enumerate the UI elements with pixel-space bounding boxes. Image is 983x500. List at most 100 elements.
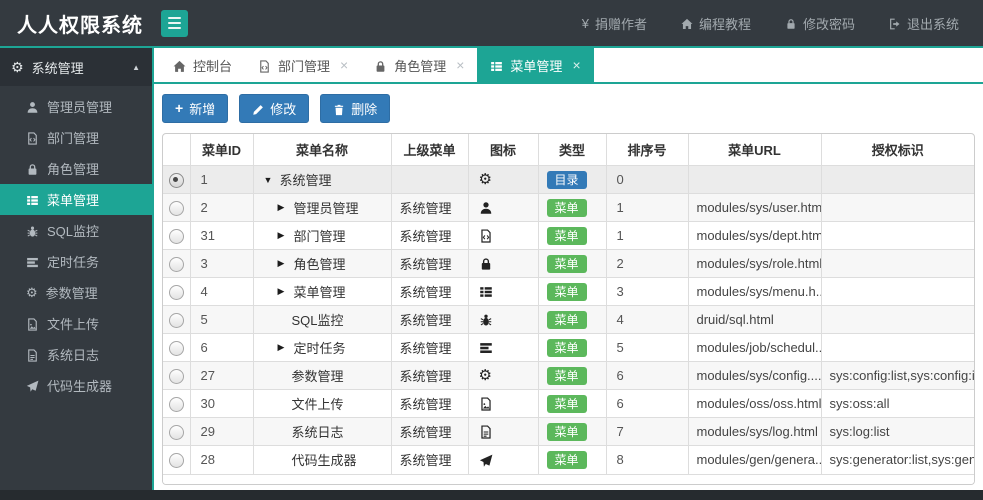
table-row[interactable]: 3 角色管理 系统管理 [163, 249, 974, 278]
tab-role[interactable]: 角色管理 × [361, 48, 477, 82]
bars-icon [168, 17, 181, 19]
table-row[interactable]: 5 SQL监控 系统管理 菜单 4 druid/sql.html [163, 305, 974, 334]
menu-name-label: 参数管理 [291, 369, 344, 384]
cell-parent-menu [390, 165, 469, 194]
tab-console[interactable]: 控制台 [160, 48, 245, 82]
row-radio[interactable] [168, 172, 184, 188]
add-button[interactable]: + 新增 [162, 94, 229, 123]
row-radio[interactable] [168, 256, 184, 272]
column-header[interactable]: 排序号 [605, 133, 689, 166]
column-header[interactable]: 授权标识 [820, 133, 974, 166]
type-badge: 菜单 [546, 422, 587, 441]
sidebar-item-sql[interactable]: SQL监控 [0, 215, 152, 246]
sidebar-item-label: 部门管理 [47, 131, 100, 146]
cell-auth-mark: sys:log:list [820, 417, 974, 446]
cell-menu-url: modules/oss/oss.html [687, 389, 822, 418]
column-header[interactable]: 上级菜单 [390, 133, 469, 166]
row-radio[interactable] [168, 396, 184, 412]
tree-caret-icon[interactable] [278, 230, 289, 241]
cell-order: 6 [605, 389, 689, 418]
menu-name-label: 管理员管理 [293, 201, 359, 216]
tree-caret-icon[interactable] [278, 286, 289, 297]
row-radio[interactable] [168, 340, 184, 356]
cell-menu-name: 部门管理 [252, 221, 392, 250]
type-badge: 菜单 [546, 366, 587, 385]
cell-menu-name: 定时任务 [252, 333, 392, 362]
link-tutorial[interactable]: 编程教程 [681, 14, 751, 33]
lock-icon [374, 60, 387, 73]
menu-name-label: 文件上传 [291, 397, 344, 412]
cell-type: 菜单 [537, 333, 607, 362]
table-body: 1 系统管理 ⚙ [163, 165, 974, 474]
column-header[interactable]: 菜单ID [189, 133, 254, 166]
delete-button[interactable]: 删除 [320, 94, 391, 123]
cell-order: 2 [605, 249, 689, 278]
tree-caret-icon[interactable] [278, 342, 289, 353]
column-header[interactable]: 菜单名称 [252, 133, 392, 166]
tree-caret-icon[interactable] [278, 202, 289, 213]
cell-order: 7 [605, 417, 689, 446]
table-row[interactable]: 2 管理员管理 系统管理 [163, 193, 974, 222]
yen-icon: ¥ [581, 15, 589, 31]
sidebar-item-role[interactable]: 角色管理 [0, 153, 152, 184]
column-header[interactable]: 菜单URL [687, 133, 822, 166]
row-radio[interactable] [168, 228, 184, 244]
sidebar-item-dept[interactable]: 部门管理 [0, 122, 152, 153]
plane-icon [479, 454, 493, 468]
table-row[interactable]: 29 系统日志 系统管理 菜单 7 modules/sys/log.html s… [163, 417, 974, 446]
link-password[interactable]: 修改密码 [785, 14, 855, 33]
row-radio[interactable] [168, 312, 184, 328]
toolbar-button-label: 修改 [270, 102, 297, 117]
link-logout[interactable]: 退出系统 [889, 14, 959, 33]
sidebar-item-generator[interactable]: 代码生成器 [0, 370, 152, 401]
tab-label: 角色管理 [394, 58, 447, 74]
cell-menu-id: 5 [189, 305, 254, 334]
cell-select [163, 165, 191, 194]
sidebar-item-job[interactable]: 定时任务 [0, 246, 152, 277]
table-row[interactable]: 6 定时任务 系统管理 [163, 333, 974, 362]
row-radio[interactable] [168, 452, 184, 468]
tree-caret-icon[interactable] [278, 258, 289, 269]
cell-select [163, 249, 191, 278]
table-row[interactable]: 27 参数管理 系统管理 ⚙ 菜单 6 modules/sys/config..… [163, 361, 974, 390]
type-badge: 菜单 [546, 226, 587, 245]
sidebar-group-system[interactable]: ⚙ 系统管理 ▲ [0, 48, 152, 86]
row-radio[interactable] [168, 200, 184, 216]
sidebar-item-menu[interactable]: 菜单管理 [0, 184, 152, 215]
tab-close-icon[interactable]: × [456, 57, 464, 73]
link-donate[interactable]: ¥ 捐赠作者 [582, 14, 647, 33]
sidebar-item-oss[interactable]: 文件上传 [0, 308, 152, 339]
tab-close-icon[interactable]: × [340, 57, 348, 73]
column-header[interactable]: 图标 [467, 133, 539, 166]
row-radio[interactable] [168, 284, 184, 300]
tree-caret-icon[interactable] [264, 175, 275, 185]
sidebar-item-log[interactable]: 系统日志 [0, 339, 152, 370]
row-radio[interactable] [168, 424, 184, 440]
cell-type: 菜单 [537, 361, 607, 390]
cell-menu-id: 29 [189, 417, 254, 446]
sidebar-item-admin[interactable]: 管理员管理 [0, 91, 152, 122]
edit-button[interactable]: 修改 [239, 94, 310, 123]
table-row[interactable]: 28 代码生成器 系统管理 菜单 8 modules/gen/genera...… [163, 445, 974, 474]
tab-dept[interactable]: 部门管理 × [245, 48, 361, 82]
row-radio[interactable] [168, 368, 184, 384]
menu-toggle-button[interactable] [161, 9, 188, 37]
navbar-links: ¥ 捐赠作者 编程教程 修改密码 退出系统 [582, 14, 983, 33]
cell-auth-mark [820, 221, 974, 250]
column-header[interactable] [163, 133, 191, 166]
cell-parent-menu: 系统管理 [390, 417, 469, 446]
table-row[interactable]: 30 文件上传 系统管理 菜单 6 modules/oss/oss.html s… [163, 389, 974, 418]
sidebar-item-label: 角色管理 [47, 162, 100, 177]
tab-close-icon[interactable]: × [572, 57, 580, 73]
sidebar-item-config[interactable]: ⚙ 参数管理 [0, 277, 152, 308]
table-row[interactable]: 31 部门管理 系统管理 [163, 221, 974, 250]
sidebar-item-label: 系统日志 [47, 348, 100, 363]
cell-order: 4 [605, 305, 689, 334]
home-icon [681, 18, 693, 30]
table-row[interactable]: 1 系统管理 ⚙ [163, 165, 974, 194]
table-row[interactable]: 4 菜单管理 系统管理 [163, 277, 974, 306]
sidebar-item-label: SQL监控 [47, 224, 100, 239]
cell-menu-name: SQL监控 [252, 305, 392, 334]
column-header[interactable]: 类型 [537, 133, 607, 166]
tab-menu[interactable]: 菜单管理 × [477, 48, 594, 82]
